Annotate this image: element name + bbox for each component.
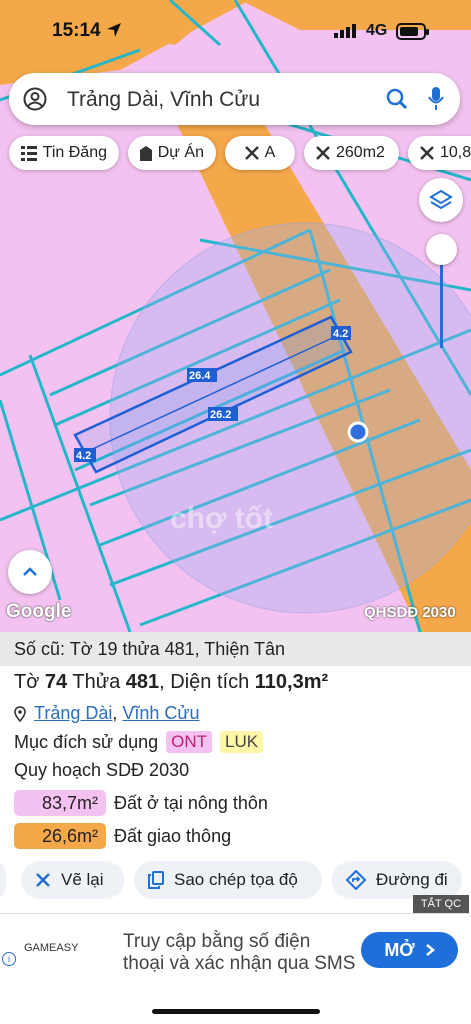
cross-icon — [244, 146, 259, 160]
old-parcel-info: Số cũ: Tờ 19 thửa 481, Thiện Tân — [14, 639, 286, 659]
ward-link[interactable]: Trảng Dài — [34, 703, 112, 723]
ad-button-label: MỞ — [384, 939, 415, 960]
location-arrow-icon — [107, 23, 121, 37]
filter-chip-projects[interactable]: Dự Án — [128, 136, 216, 170]
chevron-up-icon — [23, 567, 37, 576]
filter-chip-area[interactable]: 260m2 — [304, 136, 399, 170]
status-time: 15:14 — [52, 20, 101, 41]
map-layer-badge: QHSDĐ 2030 — [364, 604, 456, 621]
area-description: Đất giao thông — [114, 825, 232, 846]
ad-line-1: Truy cập bằng số điện — [123, 931, 311, 952]
account-icon[interactable] — [23, 87, 47, 111]
svg-text:chợ tốt: chợ tốt — [170, 502, 273, 535]
signal-icon — [334, 24, 356, 38]
button-label: Đường đi — [376, 870, 448, 889]
parcel-location: Trảng Dài, Vĩnh Cửu — [14, 703, 200, 724]
district-link[interactable]: Vĩnh Cửu — [122, 703, 199, 723]
dimension-label: 26.4 — [189, 370, 211, 382]
sheet-number: 74 — [44, 671, 68, 693]
search-bar[interactable]: Trảng Dài, Vĩnh Cửu — [9, 73, 460, 125]
expand-panel-button[interactable] — [8, 550, 52, 594]
chip-label: A — [264, 144, 276, 161]
directions-button[interactable]: Đường đi — [332, 861, 462, 899]
dimension-label: 26.2 — [210, 409, 231, 421]
ad-logo: GAMEASY — [24, 942, 78, 954]
purpose-label: Mục đích sử dụng — [14, 731, 159, 752]
chip-label: 10,8 — [440, 144, 471, 161]
search-icon[interactable] — [386, 88, 408, 110]
area-label: Diện tích — [170, 671, 250, 693]
ad-info-icon[interactable]: i — [2, 952, 16, 966]
area-row-road: 26,6m² Đất giao thông — [14, 823, 231, 849]
filter-chip-listings[interactable]: Tin Đăng — [9, 136, 119, 170]
area-row-residential: 83,7m² Đất ở tại nông thôn — [14, 790, 268, 816]
area-description: Đất ở tại nông thôn — [114, 792, 268, 813]
location-separator: , — [112, 703, 118, 723]
button-label: Vẽ lại — [61, 870, 104, 889]
ad-line-2: thoại và xác nhận qua SMS — [123, 953, 356, 974]
ad-text: Truy cập bằng số điện thoại và xác nhận … — [123, 931, 355, 975]
google-logo: Google — [6, 601, 72, 622]
microphone-icon[interactable] — [427, 86, 445, 112]
chip-label: Tin Đăng — [42, 144, 107, 161]
purpose-tag-ont: ONT — [166, 731, 213, 753]
chip-label: Dự Án — [157, 144, 204, 161]
cross-icon — [316, 146, 330, 160]
opacity-slider-handle[interactable] — [426, 234, 457, 265]
location-pin-icon — [14, 705, 26, 722]
parcel-summary: Tờ 74 Thửa 481, Diện tích 110,3m² — [14, 671, 329, 693]
home-indicator — [152, 1009, 320, 1014]
hide-ads-button[interactable]: TẮT QC — [413, 895, 469, 913]
list-icon — [21, 146, 37, 161]
network-type: 4G — [366, 22, 388, 39]
land-use-purpose: Mục đích sử dụng ONT LUK — [14, 731, 264, 753]
filter-chip-price[interactable]: 10,8 — [408, 136, 471, 170]
my-location-dot — [347, 421, 369, 443]
ad-brand: GAMEASY — [24, 942, 79, 954]
building-icon — [140, 146, 152, 161]
area-value: 110,3m² — [254, 671, 329, 693]
filter-chip-zone[interactable]: A — [225, 136, 295, 170]
cross-icon — [420, 146, 434, 160]
dimension-label: 4.2 — [333, 328, 348, 340]
plan-title: Quy hoạch SDĐ 2030 — [14, 760, 190, 780]
redraw-button[interactable]: Vẽ lại — [21, 861, 124, 899]
redraw-icon — [36, 873, 50, 887]
chevron-right-icon — [425, 944, 435, 956]
area-value-badge: 83,7m² — [14, 790, 106, 816]
copy-icon — [148, 871, 164, 889]
search-input[interactable]: Trảng Dài, Vĩnh Cửu — [67, 88, 260, 112]
layers-icon — [429, 189, 453, 210]
ad-open-button[interactable]: MỞ — [361, 932, 458, 968]
chip-label: 260m2 — [336, 144, 385, 161]
plot-number: 481 — [125, 671, 160, 693]
directions-icon — [346, 870, 366, 890]
layers-button[interactable] — [419, 178, 463, 222]
button-label: Sao chép tọa độ — [174, 870, 298, 889]
sheet-label: Tờ — [14, 671, 40, 693]
area-value-badge: 26,6m² — [14, 823, 106, 849]
battery-icon — [396, 23, 429, 40]
dimension-label: 4.2 — [76, 450, 91, 462]
purpose-tag-luk: LUK — [220, 731, 264, 753]
plot-label: Thửa — [72, 671, 121, 693]
copy-coordinates-button[interactable]: Sao chép tọa độ — [134, 861, 322, 899]
